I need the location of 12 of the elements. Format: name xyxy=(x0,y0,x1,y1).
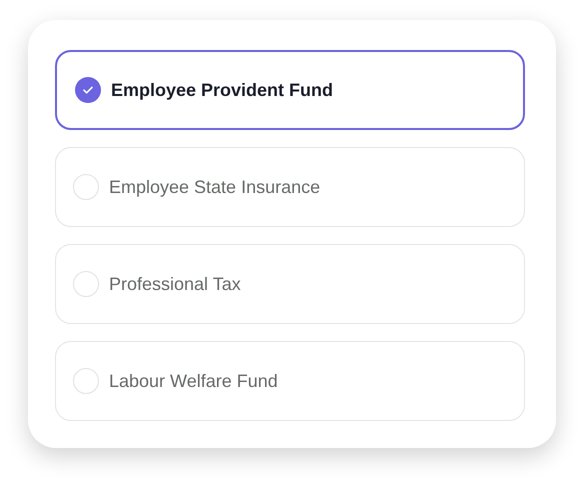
radio-icon[interactable] xyxy=(73,174,99,200)
option-label: Professional Tax xyxy=(109,274,241,294)
option-label: Labour Welfare Fund xyxy=(109,370,278,392)
option-label: Employee Provident Fund xyxy=(111,80,334,100)
option-label: Employee State Insurance xyxy=(109,176,320,198)
radio-icon[interactable] xyxy=(73,271,99,297)
radio-icon[interactable] xyxy=(73,368,99,394)
option-card[interactable]: Employee State Insurance xyxy=(55,147,525,227)
radio-icon[interactable] xyxy=(75,77,101,103)
option-card[interactable]: Professional Tax xyxy=(55,244,525,324)
option-card[interactable]: Employee Provident Fund xyxy=(55,50,525,130)
option-card[interactable]: Labour Welfare Fund xyxy=(55,341,525,421)
